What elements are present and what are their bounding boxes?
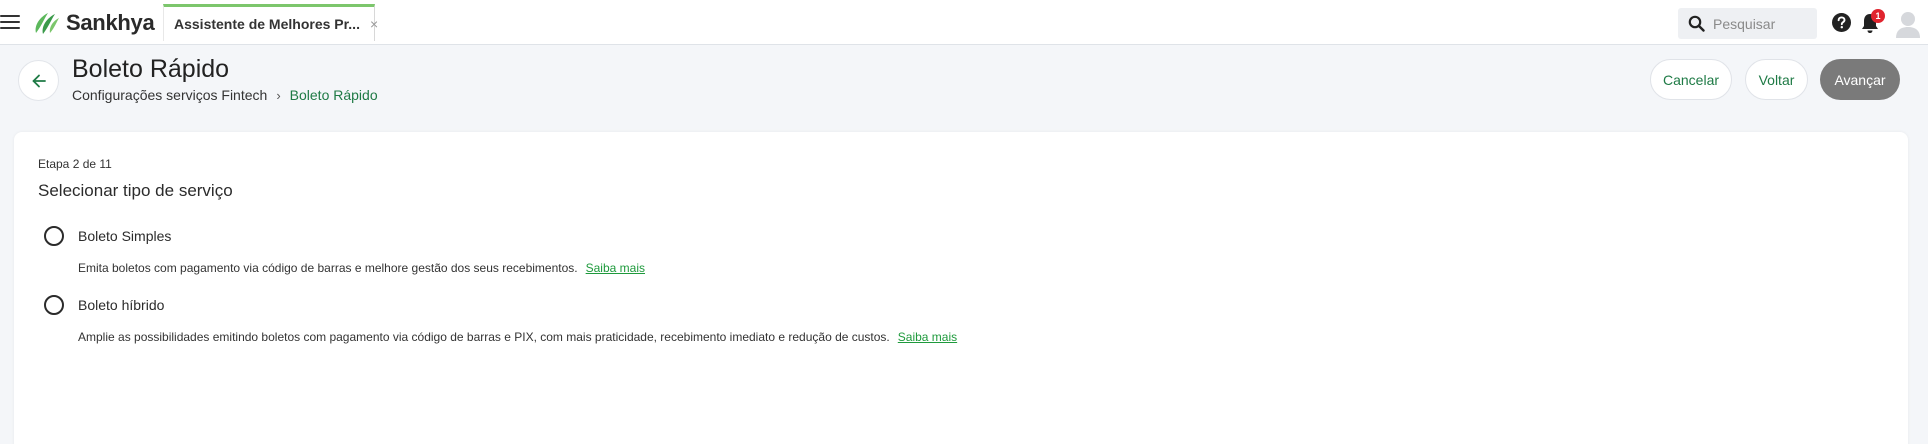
step-indicator: Etapa 2 de 11 — [38, 157, 112, 171]
back-button[interactable] — [18, 60, 59, 101]
saiba-mais-link[interactable]: Saiba mais — [586, 261, 645, 275]
sankhya-logo-icon — [35, 13, 59, 34]
section-title: Selecionar tipo de serviço — [38, 181, 233, 200]
cancel-button[interactable]: Cancelar — [1650, 59, 1732, 100]
brand-name: Sankhya — [66, 10, 155, 35]
page-title: Boleto Rápido — [72, 55, 230, 83]
search-box[interactable] — [1678, 8, 1817, 39]
option-boleto-hibrido[interactable]: Boleto híbrido — [44, 295, 164, 315]
breadcrumb: Configurações serviços Fintech › Boleto … — [72, 87, 378, 103]
search-input[interactable] — [1713, 15, 1813, 32]
voltar-button[interactable]: Voltar — [1745, 59, 1808, 100]
description-text: Amplie as possibilidades emitindo boleto… — [78, 330, 890, 344]
option-boleto-simples[interactable]: Boleto Simples — [44, 226, 171, 246]
avancar-button[interactable]: Avançar — [1820, 59, 1900, 100]
option-label: Boleto híbrido — [78, 297, 165, 313]
option-description: Emita boletos com pagamento via código d… — [78, 261, 645, 275]
option-label: Boleto Simples — [78, 228, 172, 244]
radio-boleto-simples[interactable] — [44, 226, 64, 246]
wizard-card: Etapa 2 de 11 Selecionar tipo de serviço… — [14, 132, 1908, 444]
saiba-mais-link[interactable]: Saiba mais — [898, 330, 957, 344]
search-icon — [1688, 15, 1705, 32]
breadcrumb-root[interactable]: Configurações serviços Fintech — [72, 87, 267, 103]
tab-assistente[interactable]: Assistente de Melhores Pr... × — [163, 4, 378, 41]
breadcrumb-current: Boleto Rápido — [289, 87, 378, 103]
description-text: Emita boletos com pagamento via código d… — [78, 261, 578, 275]
notification-badge: 1 — [1871, 9, 1885, 23]
chevron-right-icon: › — [276, 87, 281, 103]
help-icon[interactable] — [1832, 13, 1851, 32]
tab-label: Assistente de Melhores Pr... — [174, 16, 360, 32]
hamburger-icon[interactable] — [0, 15, 20, 31]
top-bar: Sankhya Assistente de Melhores Pr... × 1 — [0, 0, 1928, 45]
radio-boleto-hibrido[interactable] — [44, 295, 64, 315]
sankhya-logo[interactable]: Sankhya — [32, 9, 155, 37]
close-icon[interactable]: × — [370, 16, 378, 32]
option-description: Amplie as possibilidades emitindo boleto… — [78, 330, 957, 344]
avatar-icon[interactable] — [1895, 10, 1921, 38]
arrow-left-icon — [32, 74, 46, 87]
